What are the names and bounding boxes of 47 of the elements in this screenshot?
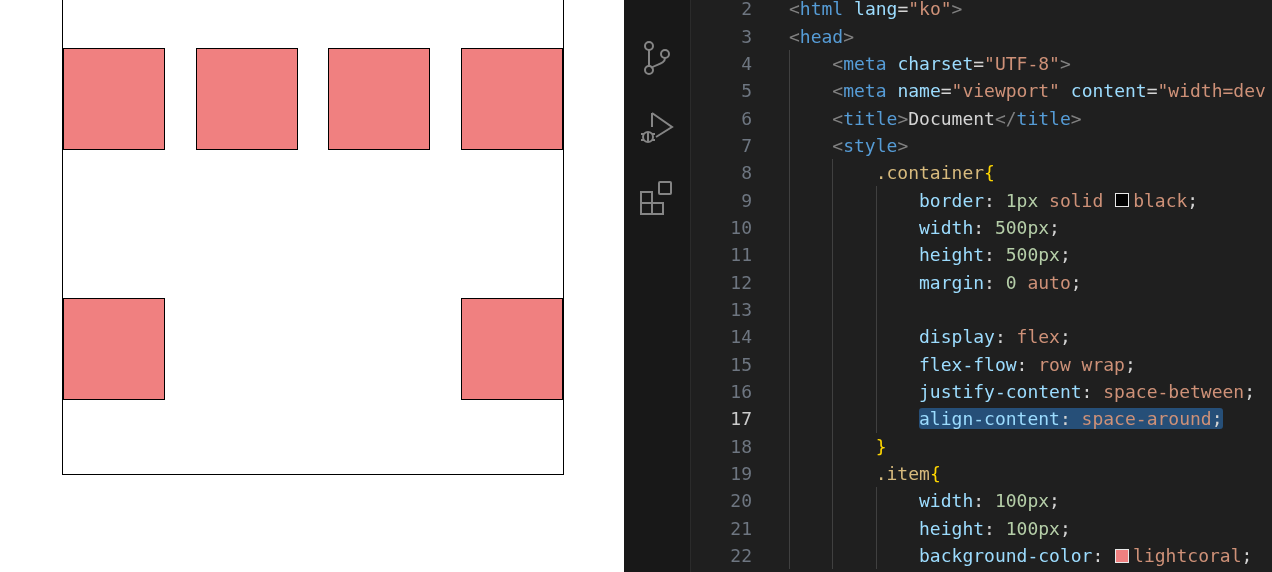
code-line: .item{	[875, 463, 941, 484]
code-line: <head>	[789, 25, 855, 47]
code-line: border: 1px solid	[919, 189, 1105, 211]
source-control-icon[interactable]	[643, 40, 671, 76]
code-line: <style>	[832, 134, 909, 156]
line-number: 8	[740, 162, 752, 184]
code-line: }	[875, 435, 887, 457]
color-swatch-icon[interactable]	[1115, 193, 1130, 208]
code-line: <meta name="viewport" content="width=dev	[832, 80, 1266, 102]
color-swatch-icon[interactable]	[1115, 548, 1130, 563]
line-number: 21	[729, 517, 752, 539]
code-line: black;	[1133, 189, 1199, 211]
code-line: .container{	[875, 162, 995, 184]
line-number: 11	[729, 244, 752, 266]
line-number: 15	[729, 353, 752, 375]
code-line: height: 100px;	[919, 517, 1071, 539]
line-number: 4	[740, 52, 752, 74]
line-number: 17	[729, 408, 752, 430]
code-line: flex-flow: row wrap;	[919, 353, 1136, 375]
code-line: justify-content: space-between;	[919, 381, 1255, 402]
code-line: <title>Document</title>	[832, 107, 1082, 129]
code-line: <html lang="ko">	[789, 0, 963, 20]
line-number: 13	[729, 298, 752, 320]
line-number: 19	[729, 463, 752, 484]
code-line: lightcoral;	[1133, 545, 1253, 567]
line-number: 7	[740, 134, 752, 156]
line-number: 5	[740, 80, 752, 102]
line-number: 18	[729, 435, 752, 457]
code-line: width: 100px;	[919, 490, 1060, 512]
code-line: display: flex;	[919, 326, 1071, 348]
line-number: 12	[729, 271, 752, 293]
run-debug-icon[interactable]	[639, 110, 675, 146]
line-number: 22	[729, 545, 752, 567]
line-number: 2	[740, 0, 752, 20]
line-number: 20	[729, 490, 752, 512]
code-line: <meta charset="UTF-8">	[832, 52, 1071, 74]
line-number: 16	[729, 381, 752, 402]
code-line: height: 500px;	[919, 244, 1071, 266]
line-number: 3	[740, 25, 752, 47]
code-line: margin: 0 auto;	[919, 271, 1082, 293]
extensions-icon[interactable]	[639, 180, 675, 216]
line-number: 10	[729, 216, 752, 238]
line-number: 6	[740, 107, 752, 129]
code-line: width: 500px;	[919, 216, 1060, 238]
line-number: 14	[729, 326, 752, 348]
code-line: background-color:	[919, 545, 1105, 567]
line-number: 9	[740, 189, 752, 211]
